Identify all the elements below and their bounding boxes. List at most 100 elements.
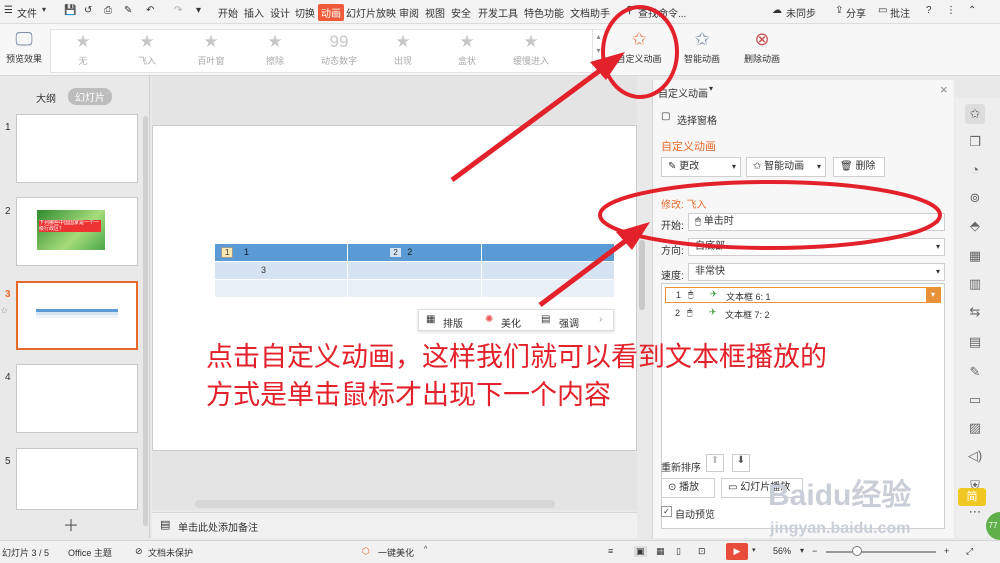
chevron-down-icon[interactable]: ▾ bbox=[42, 5, 46, 14]
tab-slideshow[interactable]: 幻灯片放映 bbox=[346, 5, 396, 20]
transition-icon[interactable]: ⇆ bbox=[965, 302, 985, 322]
play-slideshow-icon[interactable]: ▶ bbox=[726, 543, 748, 560]
tab-insert[interactable]: 插入 bbox=[244, 5, 264, 20]
tab-slides[interactable]: 幻灯片 bbox=[68, 88, 112, 105]
undo-history-icon[interactable]: ↺ bbox=[84, 5, 92, 16]
gallery-item-dynamic-number[interactable]: 99 动态数字 bbox=[307, 30, 371, 74]
zoom-slider[interactable] bbox=[826, 551, 936, 553]
gallery-item-fly-in[interactable]: ★ 飞入 bbox=[115, 30, 179, 74]
custom-animation-button[interactable]: ✩ 自定义动画 bbox=[612, 26, 666, 65]
comment-button[interactable]: 批注 bbox=[890, 5, 910, 20]
speed-select[interactable]: 非常快 ▾ bbox=[688, 263, 945, 281]
tab-developer[interactable]: 开发工具 bbox=[478, 5, 518, 20]
gallery-item-crawl-in[interactable]: ★ 缓慢进入 bbox=[499, 30, 563, 74]
move-up-icon[interactable]: ⬆ bbox=[706, 454, 724, 472]
location-icon[interactable]: ⊚ bbox=[965, 188, 985, 208]
table-cell[interactable]: 3 bbox=[215, 262, 349, 280]
zoom-slider-thumb[interactable] bbox=[852, 546, 862, 556]
slide-thumbnail-4[interactable] bbox=[16, 364, 138, 433]
close-icon[interactable]: × bbox=[940, 82, 948, 97]
table-cell[interactable]: 2 2 bbox=[348, 244, 482, 262]
print-icon[interactable]: ⎙ bbox=[104, 5, 112, 16]
collapse-ribbon-icon[interactable]: ⌃ bbox=[968, 5, 976, 16]
normal-view-icon[interactable]: ▣ bbox=[634, 546, 647, 557]
table-cell[interactable] bbox=[348, 262, 482, 280]
tab-security[interactable]: 安全 bbox=[451, 5, 471, 20]
chevron-down-icon[interactable]: ▾ bbox=[709, 84, 713, 93]
share-button[interactable]: 分享 bbox=[846, 5, 866, 20]
gallery-item-none[interactable]: ★ 无 bbox=[51, 30, 115, 74]
gallery-item-blinds[interactable]: ★ 百叶窗 bbox=[179, 30, 243, 74]
slide-table[interactable]: 1 1 2 2 3 bbox=[215, 244, 615, 298]
table-cell[interactable] bbox=[348, 280, 482, 298]
vscroll-thumb[interactable] bbox=[639, 240, 645, 310]
editor-hscroll[interactable] bbox=[195, 500, 555, 508]
fill-icon[interactable]: ⬘ bbox=[965, 216, 985, 236]
tab-doc-assistant[interactable]: 文档助手 bbox=[570, 5, 610, 20]
table-cell[interactable]: 1 1 bbox=[215, 244, 349, 262]
file-menu[interactable]: 文件 bbox=[17, 5, 37, 20]
chart-icon[interactable]: ▥ bbox=[965, 274, 985, 294]
tab-outline[interactable]: 大纲 bbox=[36, 90, 56, 105]
gallery-item-appear[interactable]: ★ 出现 bbox=[371, 30, 435, 74]
table-cell[interactable] bbox=[481, 262, 615, 280]
more-icon[interactable]: ▾ bbox=[196, 5, 201, 16]
delete-button[interactable]: 🗑 删除 bbox=[833, 157, 885, 177]
play-button[interactable]: ⊙ 播放 bbox=[661, 478, 715, 498]
chevron-down-icon[interactable]: ▾ bbox=[926, 288, 940, 302]
protect-status[interactable]: 文档未保护 bbox=[148, 546, 193, 559]
animation-list-item[interactable]: 1 🖱 ✈ 文本框 6: 1 ▾ bbox=[665, 287, 941, 303]
redo-icon[interactable]: ↷ bbox=[174, 5, 182, 16]
direction-select[interactable]: 自底部 ▾ bbox=[688, 238, 945, 256]
shape-icon[interactable]: ◔ bbox=[965, 160, 985, 180]
audio-icon[interactable]: ◁) bbox=[965, 446, 985, 466]
search-icon[interactable]: ⚲ bbox=[626, 5, 633, 16]
tab-animation[interactable]: 动画 bbox=[318, 4, 344, 21]
thumbnail-scrollbar[interactable] bbox=[143, 116, 148, 526]
chevron-up-icon[interactable]: ^ bbox=[424, 546, 427, 553]
edit-icon[interactable]: ✎ bbox=[965, 362, 985, 382]
layout-button[interactable]: 排版 bbox=[443, 315, 463, 330]
format-painter-icon[interactable]: ✎ bbox=[124, 5, 132, 16]
zoom-in-icon[interactable]: + bbox=[944, 546, 949, 556]
sorter-view-icon[interactable]: ▦ bbox=[656, 546, 665, 557]
simplified-badge[interactable]: 简 bbox=[958, 488, 986, 506]
tab-view[interactable]: 视图 bbox=[425, 5, 445, 20]
menu-icon[interactable]: ☰ bbox=[4, 5, 13, 16]
gallery-scroll[interactable]: ▴ ▾ ▾ bbox=[592, 30, 604, 72]
tab-transition[interactable]: 切换 bbox=[295, 5, 315, 20]
document-icon[interactable]: ▤ bbox=[965, 332, 985, 352]
table-cell[interactable] bbox=[481, 244, 615, 262]
start-select[interactable]: 🖱 单击时 ▾ bbox=[688, 213, 945, 231]
tab-home[interactable]: 开始 bbox=[218, 5, 238, 20]
add-slide-icon[interactable]: ＋ bbox=[63, 512, 79, 536]
emphasize-button[interactable]: 强调 bbox=[559, 315, 579, 330]
zoom-level[interactable]: 56% bbox=[773, 546, 791, 556]
notes-bar[interactable]: ▤ 单击此处添加备注 bbox=[152, 512, 637, 538]
gallery-item-wipe[interactable]: ★ 擦除 bbox=[243, 30, 307, 74]
present-icon[interactable]: ⊡ bbox=[698, 546, 706, 557]
copy-icon[interactable]: ❐ bbox=[965, 132, 985, 152]
notes-placeholder[interactable]: 单击此处添加备注 bbox=[178, 519, 258, 534]
chevron-right-icon[interactable]: › bbox=[599, 314, 602, 325]
help-icon[interactable]: ? bbox=[926, 5, 932, 16]
one-click-beautify[interactable]: 一键美化 bbox=[378, 546, 414, 559]
tab-review[interactable]: 审阅 bbox=[399, 5, 419, 20]
table-cell[interactable] bbox=[215, 280, 349, 298]
change-button[interactable]: ✎ 更改 ▾ bbox=[661, 157, 741, 177]
chevron-down-icon[interactable]: ▾ bbox=[752, 546, 756, 554]
chevron-down-icon[interactable]: ▾ bbox=[800, 546, 804, 555]
notes-toggle-icon[interactable]: ≡ bbox=[608, 546, 613, 556]
theme-name[interactable]: Office 主题 bbox=[68, 546, 112, 559]
command-search[interactable]: 查找命令... bbox=[638, 5, 686, 20]
slide-thumbnail-1[interactable] bbox=[16, 114, 138, 183]
archive-icon[interactable]: ▭ bbox=[965, 390, 985, 410]
tab-features[interactable]: 特色功能 bbox=[524, 5, 564, 20]
delete-animation-button[interactable]: ⊗ 删除动画 bbox=[738, 26, 786, 65]
undo-icon[interactable]: ↶ bbox=[146, 5, 154, 16]
fit-window-icon[interactable]: ⤢ bbox=[966, 546, 973, 557]
smart-animation-button[interactable]: ✩ 智能动画 bbox=[676, 26, 728, 65]
reading-view-icon[interactable]: ▯ bbox=[676, 546, 681, 557]
move-down-icon[interactable]: ⬇ bbox=[732, 454, 750, 472]
more-options-icon[interactable]: ⋮ bbox=[946, 5, 956, 16]
